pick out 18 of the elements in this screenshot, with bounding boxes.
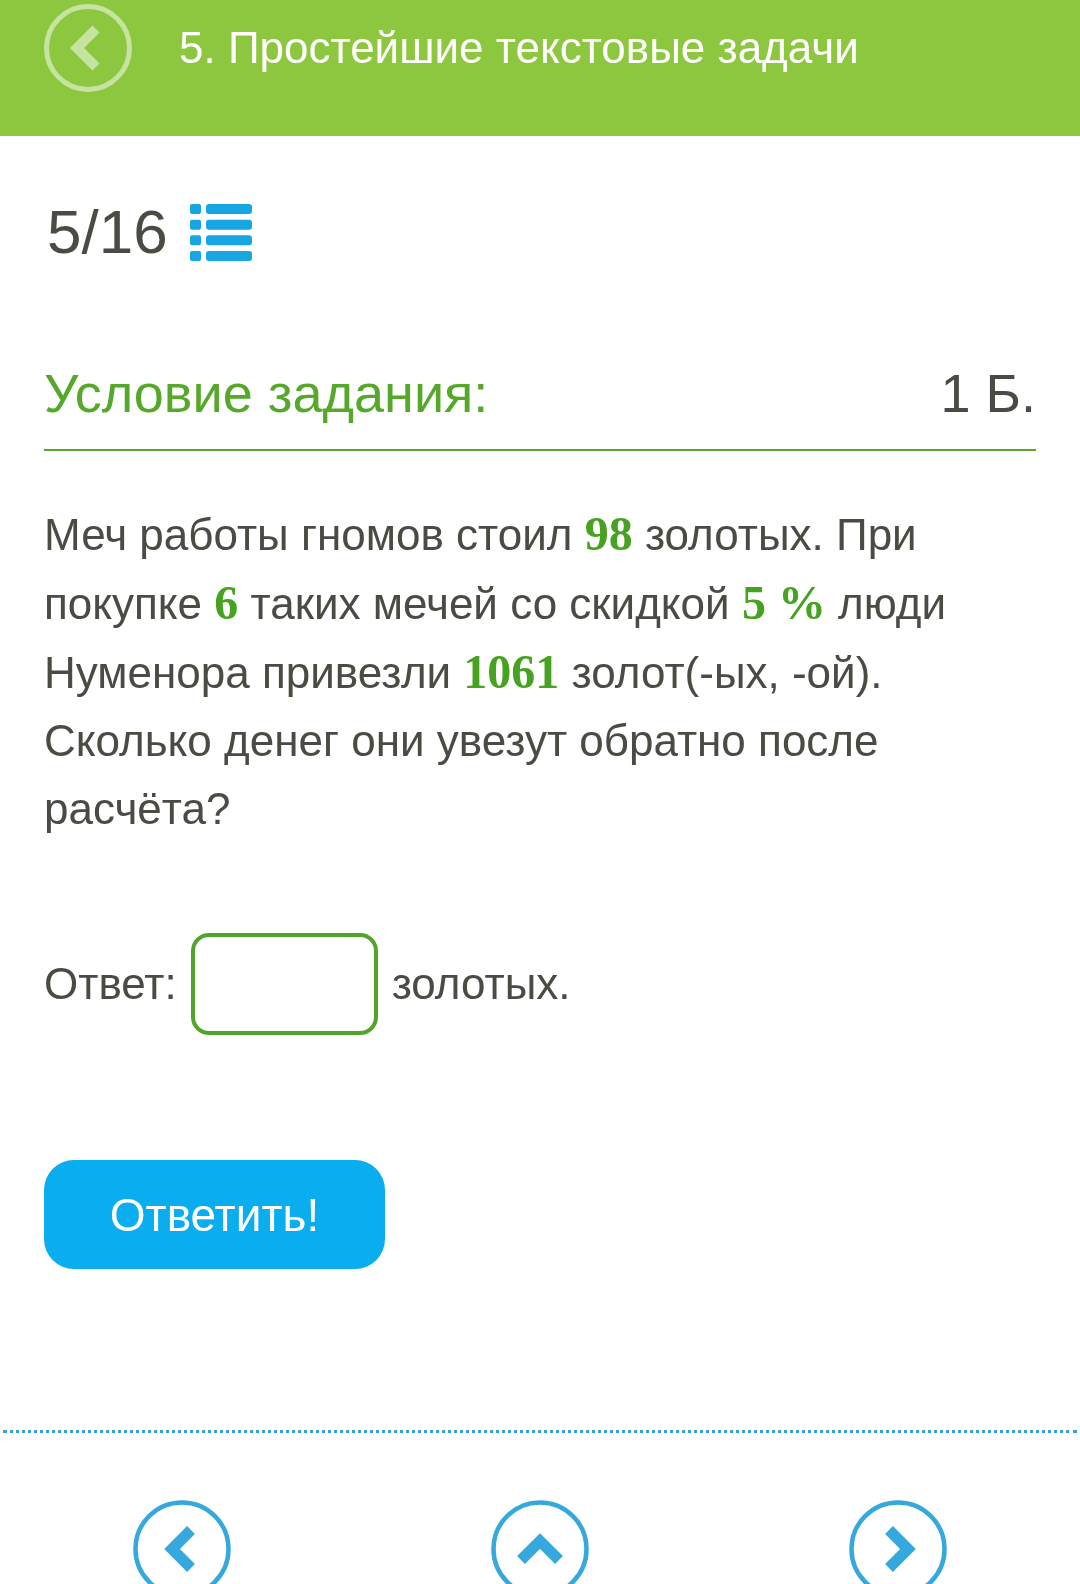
- task-statement: Меч работы гномов стоил 98 золотых. При покупке 6 таких мечей со скидкой 5 % люди Нуменора привезли 1061 золот(-ых, -ой). Сколько денег они увезут обратно после расчёта?: [44, 506, 948, 835]
- circled-chevron-right-icon: [849, 1500, 947, 1584]
- next-button[interactable]: [849, 1500, 947, 1584]
- points-label: 1 Б.: [940, 366, 1036, 420]
- answer-field[interactable]: [190, 933, 378, 1035]
- task-counter: 5/16: [47, 201, 168, 263]
- previous-button[interactable]: [133, 1500, 231, 1584]
- up-button[interactable]: [491, 1500, 589, 1584]
- page-title: 5. Простейшие текстовые задачи: [179, 26, 859, 70]
- list-icon: [189, 203, 252, 261]
- back-button[interactable]: [44, 4, 132, 92]
- circled-chevron-left-icon: [133, 1500, 231, 1584]
- answer-unit: золотых.: [391, 962, 571, 1006]
- answer-label: Ответ:: [44, 962, 177, 1006]
- submit-button[interactable]: Ответить!: [44, 1160, 385, 1269]
- circled-chevron-up-icon: [491, 1500, 589, 1584]
- task-list-button[interactable]: [189, 203, 252, 261]
- circled-chevron-left-icon: [44, 4, 132, 92]
